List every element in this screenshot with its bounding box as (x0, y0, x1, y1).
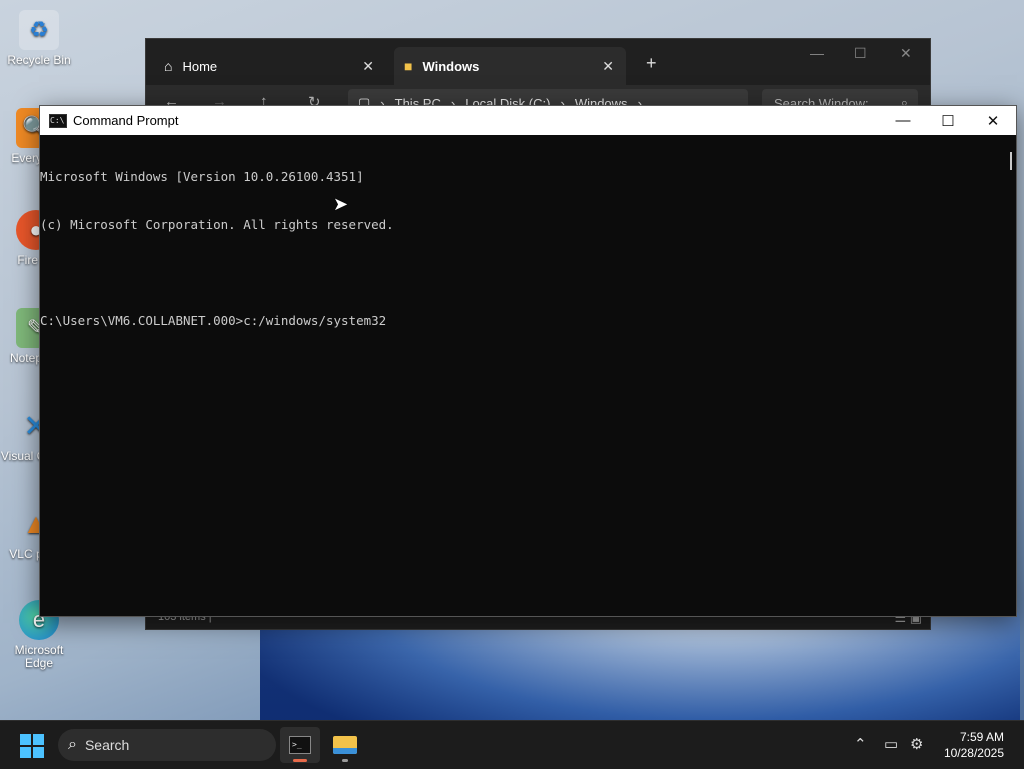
new-tab-icon[interactable]: + (646, 53, 657, 74)
taskbar-search-input[interactable]: ⌕ Search (58, 729, 276, 761)
explorer-tab-strip: ⌂ Home ✕ ■ Windows ✕ + — ☐ ✕ (146, 39, 930, 85)
command-prompt-window[interactable]: C:\ Command Prompt — ☐ ✕ Microsoft Windo… (39, 105, 1017, 617)
desktop-icon-recycle-bin[interactable]: ♻ Recycle Bin (1, 10, 77, 67)
cmd-console[interactable]: Microsoft Windows [Version 10.0.26100.43… (40, 135, 1016, 361)
tab-label: Windows (422, 58, 480, 74)
system-clock[interactable]: 7:59 AM 10/28/2025 (944, 729, 1004, 761)
active-indicator (293, 759, 307, 762)
running-indicator (342, 759, 348, 762)
windows-start-icon[interactable] (20, 734, 44, 758)
mouse-cursor-icon: ➤ (333, 194, 349, 214)
tab-label: Home (182, 58, 218, 74)
display-icon[interactable]: ▭ (884, 735, 898, 753)
minimize-icon[interactable]: — (810, 45, 824, 61)
chevron-up-icon[interactable]: ⌃ (854, 735, 867, 753)
maximize-icon[interactable]: ☐ (925, 106, 971, 135)
network-icon[interactable]: ⚙ (910, 735, 923, 753)
prompt-path: C:\Users\VM6.COLLABNET.000> (40, 313, 244, 328)
clock-time: 7:59 AM (959, 730, 1004, 744)
folder-icon: ■ (404, 58, 413, 74)
close-icon[interactable]: ✕ (900, 45, 912, 62)
close-tab-icon[interactable]: ✕ (602, 58, 614, 75)
tab-home[interactable]: ⌂ Home ✕ (154, 47, 386, 85)
desktop-icon-label: Recycle Bin (7, 53, 71, 67)
console-prompt-line: C:\Users\VM6.COLLABNET.000>c:/windows/sy… (40, 313, 1016, 329)
search-label: Search (84, 737, 130, 753)
console-line: Microsoft Windows [Version 10.0.26100.43… (40, 169, 364, 184)
maximize-icon[interactable]: ☐ (854, 45, 867, 62)
cmd-title-bar[interactable]: C:\ Command Prompt — ☐ ✕ (40, 106, 1016, 135)
tab-windows[interactable]: ■ Windows ✕ (394, 47, 626, 85)
command-input[interactable]: c:/windows/system32 (243, 313, 386, 328)
close-tab-icon[interactable]: ✕ (362, 58, 374, 75)
clock-date: 10/28/2025 (943, 746, 1004, 760)
minimize-icon[interactable]: — (880, 106, 926, 135)
folder-icon (333, 736, 357, 754)
taskbar: ⌕ Search >_ ⌃ ▭ ⚙ 7:59 AM 10/28/2025 (0, 720, 1024, 769)
desktop-icon-label: Microsoft Edge (14, 643, 64, 670)
taskbar-file-explorer-button[interactable] (325, 727, 365, 763)
recycle-bin-icon: ♻ (19, 10, 59, 50)
scrollbar-thumb[interactable] (1010, 152, 1012, 170)
search-icon: ⌕ (68, 736, 77, 753)
close-icon[interactable]: ✕ (970, 106, 1016, 135)
home-icon: ⌂ (164, 58, 173, 74)
cmd-title: Command Prompt (73, 113, 179, 128)
console-line: (c) Microsoft Corporation. All rights re… (40, 217, 394, 232)
taskbar-terminal-button[interactable]: >_ (280, 727, 320, 763)
cmd-icon: C:\ (49, 113, 67, 128)
terminal-icon: >_ (289, 736, 311, 754)
